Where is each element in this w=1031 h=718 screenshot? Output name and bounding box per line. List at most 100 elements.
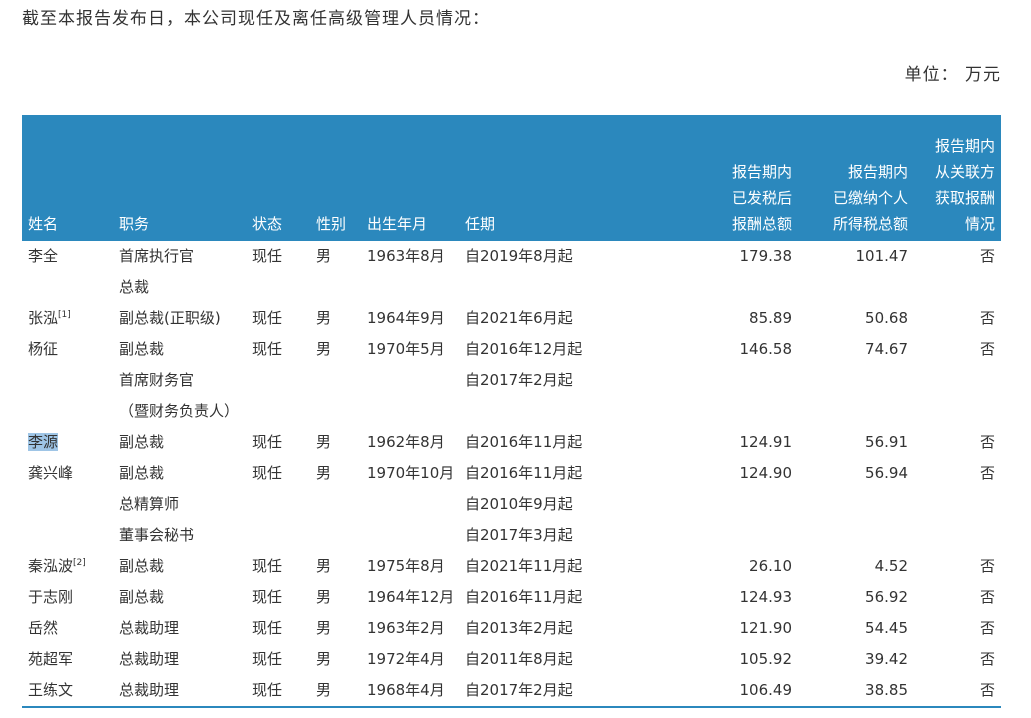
executive-name[interactable]: 张泓 — [28, 309, 58, 327]
position-line: 总精算师 — [119, 495, 180, 513]
cell-position: 总裁助理 — [113, 675, 246, 708]
cell-gender: 男 — [316, 464, 332, 482]
header-term: 任期 — [459, 115, 645, 241]
header-related-line: 报告期内 — [934, 137, 995, 155]
header-tax: 报告期内 已缴纳个人 所得税总额 — [798, 115, 914, 241]
table-row: 苑超军 总裁助理 现任 男 1972年4月 自2011年8月起 105.92 39.42 否 — [22, 644, 1001, 675]
term-line: 自2017年2月起 — [465, 371, 573, 389]
executive-name[interactable]: 苑超军 — [28, 650, 73, 668]
cell-related: 否 — [979, 650, 995, 668]
cell-term: 自2019年8月起 — [459, 241, 645, 303]
table-row: 李源 副总裁 现任 男 1962年8月 自2016年11月起 124.91 56.91 否 — [22, 427, 1001, 458]
executive-name[interactable]: 杨征 — [28, 340, 58, 358]
cell-birth: 1970年5月 — [367, 340, 445, 358]
cell-status: 现任 — [252, 619, 283, 637]
cell-status: 现任 — [252, 309, 283, 327]
executive-name[interactable]: 岳然 — [28, 619, 58, 637]
header-pay-line: 报酬总额 — [731, 215, 792, 233]
executive-name[interactable]: 李源 — [28, 433, 59, 451]
position-line: 总裁 — [119, 278, 150, 296]
cell-gender: 男 — [316, 557, 332, 575]
cell-tax: 101.47 — [855, 247, 909, 265]
executive-name[interactable]: 龚兴峰 — [28, 464, 73, 482]
cell-related: 否 — [979, 588, 995, 606]
cell-term: 自2016年11月起 自2010年9月起 自2017年3月起 — [459, 458, 645, 551]
intro-text: 截至本报告发布日，本公司现任及离任高级管理人员情况： — [22, 9, 490, 29]
term-line: 自2011年8月起 — [465, 650, 573, 668]
cell-term: 自2011年8月起 — [459, 644, 645, 675]
cell-status: 现任 — [246, 675, 310, 708]
cell-name: 苑超军 — [22, 644, 113, 675]
header-position: 职务 — [113, 115, 246, 241]
cell-gender: 男 — [316, 619, 332, 637]
executive-name[interactable]: 秦泓波 — [28, 557, 73, 575]
term-line: 自2010年9月起 — [465, 495, 573, 513]
position-line: 副总裁 — [119, 588, 165, 606]
cell-pay: 106.49 — [645, 675, 798, 708]
header-name: 姓名 — [22, 115, 113, 241]
cell-tax: 56.94 — [865, 464, 908, 482]
header-related-line: 从关联方 — [934, 163, 995, 181]
executive-name[interactable]: 李全 — [28, 247, 58, 265]
position-line: 副总裁 — [119, 464, 165, 482]
cell-term: 自2021年11月起 — [459, 551, 645, 582]
executive-name[interactable]: 于志刚 — [28, 588, 73, 606]
cell-tax: 50.68 — [865, 309, 908, 327]
cell-pay: 85.89 — [749, 309, 792, 327]
cell-term: 自2013年2月起 — [459, 613, 645, 644]
footnote-marker: [2] — [73, 558, 86, 568]
cell-birth: 1972年4月 — [367, 650, 445, 668]
table-row: 张泓[1] 副总裁(正职级) 现任 男 1964年9月 自2021年6月起 85.89 50.… — [22, 303, 1001, 334]
cell-term: 自2021年6月起 — [459, 303, 645, 334]
cell-position: 总裁助理 — [113, 644, 246, 675]
cell-birth: 1964年9月 — [367, 309, 445, 327]
header-pay: 报告期内 已发税后 报酬总额 — [645, 115, 798, 241]
cell-related: 否 — [979, 619, 995, 637]
cell-related: 否 — [979, 433, 995, 451]
term-line: 自2016年12月起 — [465, 340, 583, 358]
position-line: 首席执行官 — [119, 247, 195, 265]
cell-birth: 1963年8月 — [367, 247, 445, 265]
cell-name: 李源 — [22, 427, 113, 458]
cell-position: 副总裁 — [113, 427, 246, 458]
cell-name: 于志刚 — [22, 582, 113, 613]
position-line: 副总裁 — [119, 433, 165, 451]
cell-pay: 26.10 — [749, 557, 792, 575]
position-line: 总裁助理 — [119, 619, 180, 637]
term-line: 自2013年2月起 — [465, 619, 573, 637]
cell-birth: 1964年12月 — [367, 588, 455, 606]
term-line: 自2017年2月起 — [465, 681, 573, 699]
cell-position: 副总裁 首席财务官 （暨财务负责人） — [113, 334, 246, 427]
cell-pay: 105.92 — [739, 650, 793, 668]
cell-position: 总裁助理 — [113, 613, 246, 644]
cell-related: 否 — [914, 675, 1001, 708]
cell-birth: 1963年2月 — [367, 619, 445, 637]
cell-tax: 56.92 — [865, 588, 908, 606]
header-gender: 性别 — [310, 115, 361, 241]
cell-position: 副总裁(正职级) — [113, 303, 246, 334]
cell-birth: 1962年8月 — [367, 433, 445, 451]
cell-related: 否 — [979, 247, 995, 265]
cell-gender: 男 — [316, 650, 332, 668]
cell-position: 副总裁 总精算师 董事会秘书 — [113, 458, 246, 551]
executive-name[interactable]: 王练文 — [28, 681, 73, 699]
header-related: 报告期内 从关联方 获取报酬 情况 — [914, 115, 1001, 241]
cell-pay: 146.58 — [739, 340, 793, 358]
term-line: 自2016年11月起 — [465, 588, 583, 606]
cell-pay: 124.91 — [739, 433, 793, 451]
cell-status: 现任 — [252, 340, 283, 358]
header-related-line: 情况 — [964, 215, 995, 233]
cell-name: 张泓[1] — [22, 303, 113, 334]
table-row: 龚兴峰 副总裁 总精算师 董事会秘书 现任男 1970年10月 自2016年11月起 自201… — [22, 458, 1001, 551]
table-row: 李全 首席执行官 总裁 现任男 1963年8月 自2019年8月起 179.38 101.47… — [22, 241, 1001, 303]
cell-related: 否 — [979, 557, 995, 575]
cell-tax: 74.67 — [865, 340, 908, 358]
cell-gender: 男 — [316, 433, 332, 451]
table-row: 王练文 总裁助理 现任男 1968年4月 自2017年2月起 106.49 38.85 否 — [22, 675, 1001, 708]
cell-birth: 1975年8月 — [367, 557, 445, 575]
cell-related: 否 — [979, 309, 995, 327]
cell-name: 龚兴峰 — [22, 458, 113, 551]
position-line: 副总裁 — [119, 557, 165, 575]
executives-table: 姓名 职务 状态 性别 出生年月 任期 报告期内 已发税后 报酬总额 报告期内 … — [22, 115, 1001, 708]
cell-tax: 56.91 — [865, 433, 908, 451]
